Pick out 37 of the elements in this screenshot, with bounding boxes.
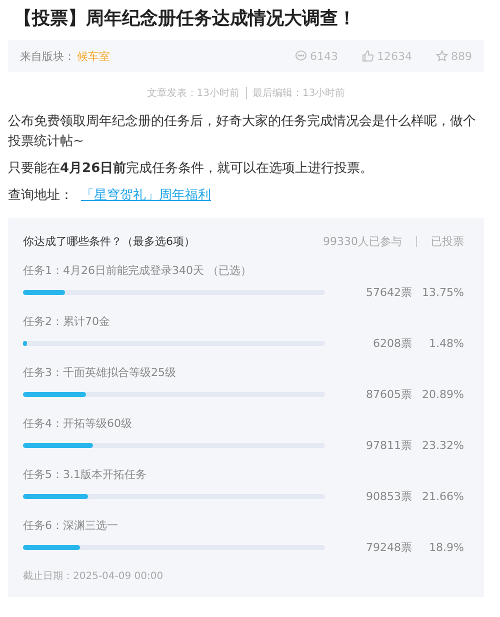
star-icon[interactable] — [436, 50, 448, 62]
option-label[interactable]: 任务4：开拓等级60级 — [23, 416, 464, 431]
body-paragraph: 只要能在4月26日前完成任务条件，就可以在选项上进行投票。 — [8, 160, 374, 178]
published-time: 文章发表：13小时前 — [146, 86, 240, 100]
option-label[interactable]: 任务3：千面英雄拟合等级25级 — [23, 365, 464, 380]
vote-percent: 23.32% — [421, 439, 464, 452]
body-paragraph: 公布免费领取周年纪念册的任务后，好奇大家的任务完成情况会是什么样呢，做个投票统计帖~ — [8, 113, 477, 151]
poll-question: 你达成了哪些条件？（最多选6项） — [23, 234, 196, 249]
link-label: 查询地址： — [8, 188, 73, 203]
option-label[interactable]: 任务2：累计70金 — [23, 314, 464, 329]
option-label[interactable]: 任务6：深渊三选一 — [23, 518, 464, 533]
vote-count: 6208票 — [372, 336, 412, 351]
vote-percent: 13.75% — [421, 286, 464, 299]
vote-count: 57642票 — [365, 285, 412, 300]
board-link[interactable]: 候车室 — [77, 48, 110, 64]
vote-count: 87605票 — [365, 387, 412, 402]
vote-percent: 18.9% — [428, 541, 464, 554]
option-label[interactable]: 任务1：4月26日前能完成登录340天 （已选） — [23, 263, 464, 278]
comment-icon[interactable] — [295, 50, 307, 62]
vote-count: 90853票 — [365, 489, 412, 504]
vote-count: 79248票 — [365, 540, 412, 555]
vote-status: 已投票 — [431, 234, 464, 249]
vote-percent: 20.89% — [421, 388, 464, 401]
board-label: 来自版块： — [20, 48, 75, 64]
thumbs-up-icon[interactable] — [362, 50, 374, 62]
welfare-link[interactable]: 「星穹贺礼」周年福利 — [81, 188, 211, 203]
comment-count: 6143 — [310, 50, 338, 62]
participant-count: 99330人已参与 — [323, 234, 402, 249]
like-count: 12634 — [377, 50, 412, 62]
post-title: 【投票】周年纪念册任务达成情况大调查！ — [14, 7, 357, 31]
vote-percent: 21.66% — [421, 490, 464, 503]
vote-count: 97811票 — [365, 438, 412, 453]
vote-percent: 1.48% — [428, 337, 464, 350]
option-label[interactable]: 任务5：3.1版本开拓任务 — [23, 467, 464, 482]
edited-time: 最后编辑：13小时前 — [252, 86, 346, 100]
favorite-count: 889 — [451, 50, 472, 62]
deadline: 截止日期：2025-04-09 00:00 — [23, 570, 164, 583]
